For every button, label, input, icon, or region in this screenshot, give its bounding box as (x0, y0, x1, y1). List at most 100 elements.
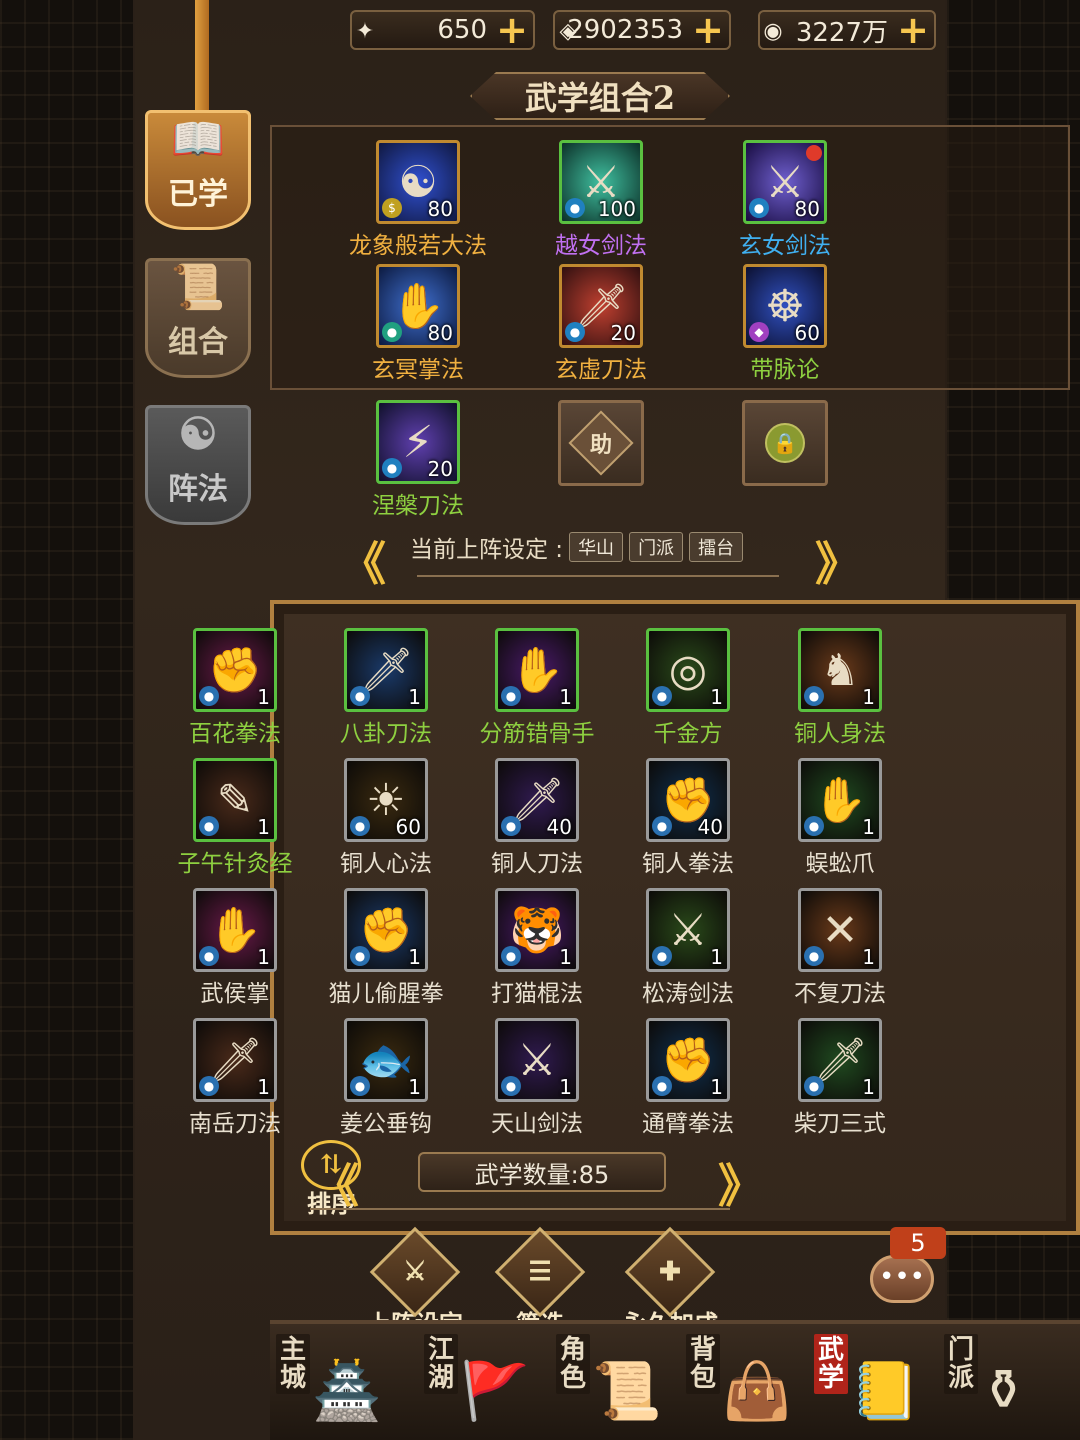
combo-slot-1[interactable]: ☯ $ 80 龙象般若大法 (343, 140, 493, 260)
skill-icon: ⚔ ● 100 (559, 140, 643, 224)
skill-name: 千金方 (653, 721, 723, 747)
skill-item[interactable]: 🗡 ● 1 柴刀三式 (765, 1018, 915, 1138)
tag-arena: 擂台 (689, 532, 744, 562)
combo-slot-4[interactable]: ✋ ● 80 玄冥掌法 (343, 264, 493, 384)
tab-learned-label: 已学 (168, 177, 228, 212)
palace-icon: 🏯 (312, 1359, 382, 1424)
skill-item[interactable]: ✋ ● 1 分筋错骨手 (462, 628, 612, 748)
notification-dot (806, 145, 822, 161)
skill-name: 玄女剑法 (739, 233, 831, 259)
skill-name: 铜人心法 (340, 851, 432, 877)
skill-item[interactable]: 🗡 ● 1 八卦刀法 (311, 628, 461, 748)
combo-slot-6[interactable]: ☸ ◆ 60 带脉论 (710, 264, 860, 384)
prev-combo-arrow[interactable]: 《 (340, 528, 386, 594)
bottom-nav: 主城 🏯 江湖 🚩 角色 📜 背包 👜 武学 📒 门派 ⚱ (270, 1320, 1080, 1440)
skill-type-icon: ● (804, 686, 824, 706)
drop-icon: ● (382, 458, 402, 478)
nav-jianghu[interactable]: 江湖 🚩 (418, 1334, 548, 1439)
skill-name: 百花拳法 (189, 721, 281, 747)
next-page-arrow[interactable]: 》 (718, 1150, 764, 1216)
skill-type-icon: ● (199, 1076, 219, 1096)
skill-item[interactable]: 🗡 ● 1 南岳刀法 (160, 1018, 310, 1138)
skill-item[interactable]: ⚔ ● 1 松涛剑法 (613, 888, 763, 1008)
skill-name: 带脉论 (750, 357, 820, 383)
chat-count-badge: 5 (890, 1227, 946, 1259)
combo-slot-5[interactable]: 🗡 ● 20 玄虚刀法 (526, 264, 676, 384)
skill-icon: 🐯 ● 1 (495, 888, 579, 972)
skill-count-label: 武学数量:85 (474, 1160, 610, 1189)
tag-huashan: 华山 (569, 532, 624, 562)
skill-item[interactable]: ✊ ● 1 猫儿偷腥拳 (311, 888, 461, 1008)
skill-item[interactable]: ◎ ● 1 千金方 (613, 628, 763, 748)
skill-name: 越女剑法 (555, 233, 647, 259)
skill-icon: ✋ ● 1 (495, 628, 579, 712)
skill-level: 1 (710, 945, 723, 969)
skill-type-icon: ● (501, 946, 521, 966)
assist-slot[interactable]: 助 (558, 400, 644, 486)
fist-badge-icon: ● (382, 322, 402, 342)
skill-type-icon: ● (804, 946, 824, 966)
add-silver-button[interactable]: + (896, 11, 930, 49)
skill-type-icon: ● (350, 686, 370, 706)
prev-page-arrow[interactable]: 《 (313, 1150, 359, 1216)
skill-item[interactable]: ✋ ● 1 武侯掌 (160, 888, 310, 1008)
skill-item[interactable]: ☀ ● 60 铜人心法 (311, 758, 461, 878)
skill-level: 40 (697, 815, 723, 839)
add-tokens-button[interactable]: + (495, 11, 529, 49)
skill-name: 涅槃刀法 (372, 493, 464, 519)
nav-bag[interactable]: 背包 👜 (680, 1334, 810, 1439)
skill-type-icon: ● (652, 816, 672, 836)
skill-level: 1 (408, 685, 421, 709)
skill-level: 1 (862, 815, 875, 839)
skill-item[interactable]: ✋ ● 1 蜈蚣爪 (765, 758, 915, 878)
add-gold-button[interactable]: + (691, 11, 725, 49)
skill-level: 1 (710, 1075, 723, 1099)
nav-main-city[interactable]: 主城 🏯 (270, 1334, 400, 1439)
skill-item[interactable]: ✊ ● 1 通臂拳法 (613, 1018, 763, 1138)
skill-name: 天山剑法 (491, 1111, 583, 1137)
skill-icon: ♞ ● 1 (798, 628, 882, 712)
skill-name: 蜈蚣爪 (805, 851, 875, 877)
nav-character[interactable]: 角色 📜 (550, 1334, 680, 1439)
skill-item[interactable]: ✊ ● 40 铜人拳法 (613, 758, 763, 878)
skill-icon: ✎ ● 1 (193, 758, 277, 842)
skill-name: 铜人身法 (794, 721, 886, 747)
nav-martial-arts[interactable]: 武学 📒 (808, 1334, 938, 1439)
nav-sect[interactable]: 门派 ⚱ (938, 1334, 1068, 1439)
chat-button[interactable]: 5 ••• (870, 1227, 946, 1315)
skill-icon: ✊ ● 40 (646, 758, 730, 842)
skill-item[interactable]: 🐟 ● 1 姜公垂钩 (311, 1018, 461, 1138)
skill-item[interactable]: 🗡 ● 40 铜人刀法 (462, 758, 612, 878)
skill-type-icon: ● (501, 816, 521, 836)
next-combo-arrow[interactable]: 》 (815, 528, 861, 594)
bag-icon: 👜 (722, 1359, 792, 1424)
combo-slot-2[interactable]: ⚔ ● 100 越女剑法 (526, 140, 676, 260)
tab-learned[interactable]: 📖 已学 (145, 110, 251, 230)
tab-combo[interactable]: 📜 组合 (145, 258, 251, 378)
combo-title[interactable]: 武学组合2 (470, 72, 730, 120)
drop-icon: ● (565, 198, 585, 218)
skill-item[interactable]: 🐯 ● 1 打猫棍法 (462, 888, 612, 1008)
drop-icon: ● (749, 198, 769, 218)
skill-type-icon: ● (501, 1076, 521, 1096)
skill-icon: ✊ ● 1 (646, 1018, 730, 1102)
skill-level: 1 (408, 1075, 421, 1099)
skill-type-icon: ● (501, 686, 521, 706)
skill-item[interactable]: ♞ ● 1 铜人身法 (765, 628, 915, 748)
skill-icon: 🗡 ● 1 (344, 628, 428, 712)
locked-slot[interactable]: 🔒 (742, 400, 828, 486)
skill-name: 铜人刀法 (491, 851, 583, 877)
skill-item[interactable]: ✕ ● 1 不复刀法 (765, 888, 915, 1008)
tokens-value: 650 (437, 15, 487, 45)
skill-icon: ☀ ● 60 (344, 758, 428, 842)
combo-slot-7[interactable]: ⚡ ● 20 涅槃刀法 (343, 400, 493, 520)
skill-item[interactable]: ⚔ ● 1 天山剑法 (462, 1018, 612, 1138)
tab-formation[interactable]: ☯ 阵法 (145, 405, 251, 525)
skill-level: 1 (862, 1075, 875, 1099)
skill-item[interactable]: ✊ ● 1 百花拳法 (160, 628, 310, 748)
skill-level: 1 (862, 945, 875, 969)
sword-scroll-icon: ✦ (355, 18, 375, 44)
combo-slot-3[interactable]: ⚔ ● 80 玄女剑法 (710, 140, 860, 260)
skill-icon: ✋ ● 1 (798, 758, 882, 842)
skill-item[interactable]: ✎ ● 1 子午针灸经 (160, 758, 310, 878)
